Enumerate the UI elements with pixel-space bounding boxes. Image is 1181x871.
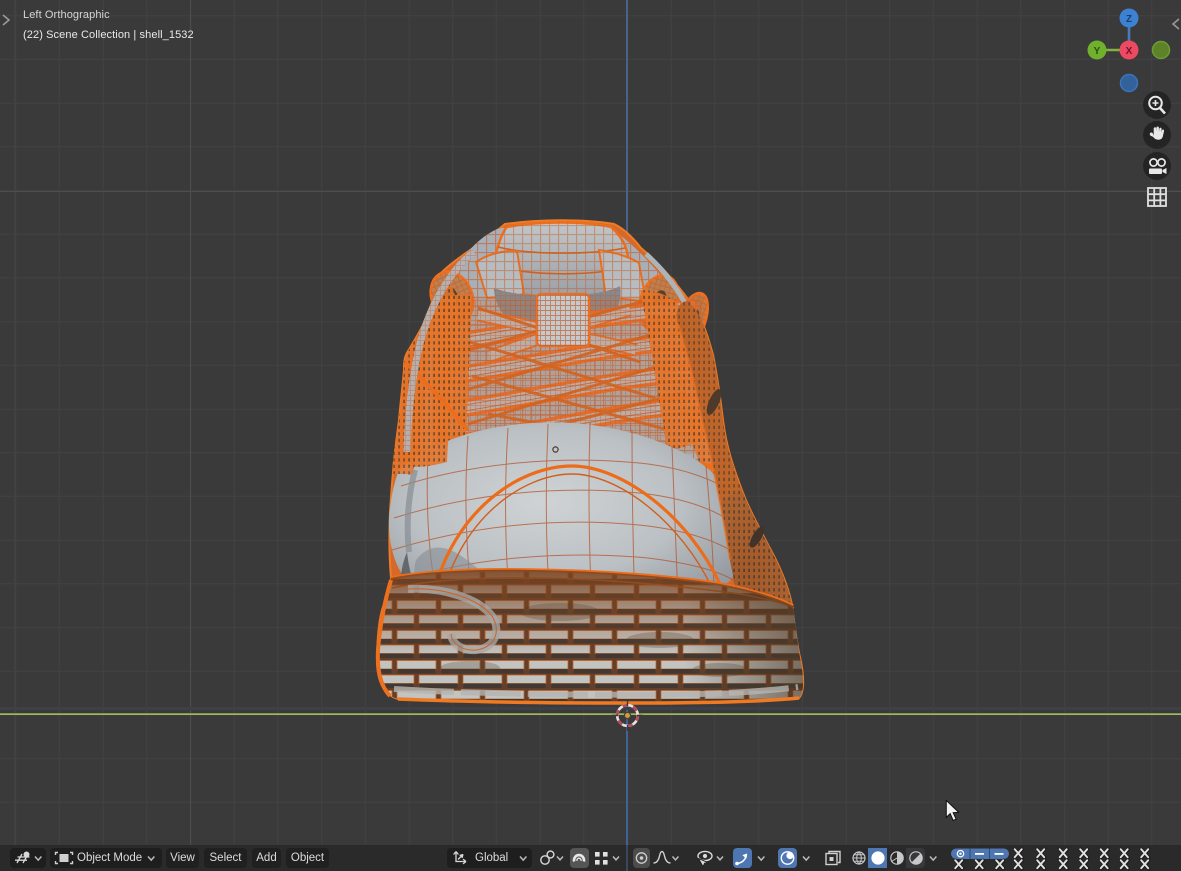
svg-text:X: X [1126, 46, 1133, 57]
svg-text:Z: Z [1126, 14, 1132, 25]
svg-text:Y: Y [1094, 46, 1101, 57]
